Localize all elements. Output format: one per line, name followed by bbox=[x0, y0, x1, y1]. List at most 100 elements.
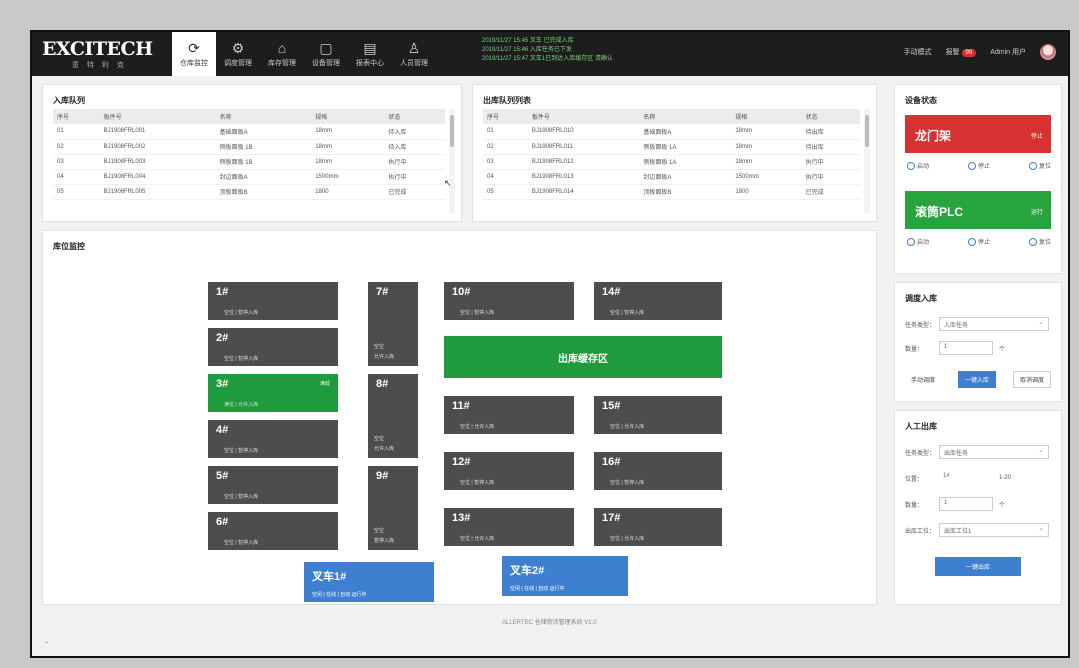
start-button[interactable]: 启动 bbox=[907, 237, 929, 247]
report-icon: ▤ bbox=[363, 40, 377, 56]
bay-9[interactable]: 9# 空位 暂停入库 bbox=[368, 466, 418, 550]
table-row[interactable]: 03 BJ1908FRL012 侧板面板 1A 18mm 执行中 bbox=[483, 154, 860, 170]
stop-button[interactable]: 停止 bbox=[967, 237, 990, 247]
position-input[interactable]: 1# bbox=[939, 471, 993, 485]
bay-14[interactable]: 14# 空位 | 暂停入库 bbox=[594, 282, 722, 320]
stop-label: 停止 bbox=[977, 164, 990, 170]
bay-5[interactable]: 5# 空位 | 暂停入库 bbox=[208, 466, 338, 504]
column-header: 名称 bbox=[215, 109, 312, 124]
one-click-inbound-button[interactable]: 一键入库 bbox=[957, 371, 996, 388]
bay-3[interactable]: 3# 满载 满位 | 允许入库 bbox=[208, 374, 338, 412]
outlet-buffer-zone[interactable]: 出库缓存区 bbox=[444, 336, 722, 378]
quantity-row: 数量： 1 个 bbox=[905, 341, 1051, 355]
bay-status: 暂停入库 bbox=[374, 538, 395, 544]
mode-indicator[interactable]: 手动模式 bbox=[904, 47, 932, 57]
table-row[interactable]: 02 BJ1908FRL002 侧板面板 1B 18mm 待入库 bbox=[53, 139, 445, 155]
table-row[interactable]: 02 BJ1908FRL011 侧板面板 1A 18mm 待出库 bbox=[483, 139, 860, 155]
bay-10[interactable]: 10# 空位 | 暂停入库 bbox=[444, 282, 574, 320]
field-label: 位置： bbox=[905, 476, 924, 483]
user-name[interactable]: Admin 用户 bbox=[990, 47, 1026, 57]
table-cell: 基础面板A bbox=[639, 124, 732, 140]
ticker-line: 2019/11/27 15:46 入库任务已下发 bbox=[482, 47, 572, 53]
table-row[interactable]: 05 BJ1908FRL014 顶板面板B 1800 已完成 bbox=[483, 184, 860, 200]
bay-status: 空位 | 暂停入库 bbox=[460, 310, 495, 316]
scrollbar-thumb[interactable] bbox=[865, 115, 869, 147]
reset-button[interactable]: 复位 bbox=[1028, 237, 1051, 247]
bay-status: 空位 | 暂停入库 bbox=[224, 540, 259, 546]
table-cell: 侧板面板 1A bbox=[639, 154, 732, 170]
table-row[interactable]: 04 BJ1908FRL013 封边面板A 1500mm 执行中 bbox=[483, 169, 860, 185]
bay-17[interactable]: 17# 空位 | 允许入库 bbox=[594, 508, 722, 546]
user-area: 手动模式 报警 99 Admin 用户 bbox=[904, 44, 1056, 60]
table-row[interactable]: 04 BJ1908FRL004 封边面板A 1500mm 执行中 bbox=[53, 169, 445, 185]
avatar[interactable] bbox=[1040, 44, 1056, 60]
station-select[interactable]: 出库工位1 bbox=[939, 523, 1049, 537]
quantity-input[interactable]: 1 bbox=[939, 341, 993, 355]
table-row[interactable]: 01 BJ1908FRL010 基础面板A 18mm 待出库 bbox=[483, 124, 860, 140]
bay-15[interactable]: 15# 空位 | 允许入库 bbox=[594, 396, 722, 434]
alerts-link[interactable]: 报警 99 bbox=[946, 47, 977, 57]
bay-13[interactable]: 13# 空位 | 允许入库 bbox=[444, 508, 574, 546]
reset-button[interactable]: 复位 bbox=[1028, 161, 1051, 171]
scrollbar-thumb[interactable] bbox=[450, 115, 454, 147]
tab-device[interactable]: ▢ 设备管理 bbox=[304, 32, 348, 76]
task-type-select[interactable]: 出库任务 bbox=[939, 445, 1049, 459]
brand-subtitle: 意 特 利 克 bbox=[72, 62, 127, 69]
inbound-queue-panel: 入库队列 序号 板件号 名称 规格 状态 01 BJ1908FRL001 基础面板A… bbox=[42, 84, 462, 222]
bay-1[interactable]: 1# 空位 | 暂停入库 bbox=[208, 282, 338, 320]
forklift-2[interactable]: 叉车2# 空闲 | 在线 | 自动 运行中 bbox=[502, 556, 628, 596]
quantity-row: 数量： 1 个 bbox=[905, 497, 1051, 511]
table-cell: 1500mm bbox=[311, 169, 385, 185]
table-row[interactable]: 01 BJ1908FRL001 基础面板A 18mm 待入库 bbox=[53, 124, 445, 140]
table-cell: BJ1908FRL013 bbox=[527, 169, 640, 185]
task-type-row: 任务类型： 出库任务 bbox=[905, 445, 1051, 459]
manual-dispatch-button[interactable]: 手动调度 bbox=[905, 372, 942, 387]
reset-label: 复位 bbox=[1038, 164, 1051, 170]
tab-users[interactable]: ♙ 人员管理 bbox=[392, 32, 436, 76]
table-cell: 执行中 bbox=[801, 169, 860, 185]
forklift-1[interactable]: 叉车1# 空闲 | 在线 | 自动 运行中 bbox=[304, 562, 434, 602]
table-cell: 封边面板A bbox=[639, 169, 732, 185]
bay-7[interactable]: 7# 空位 允许入库 bbox=[368, 282, 418, 366]
bay-8[interactable]: 8# 空位 允许入库 bbox=[368, 374, 418, 458]
table-cell: BJ1908FRL011 bbox=[527, 139, 640, 155]
outbound-table: 序号 板件号 名称 规格 状态 01 BJ1908FRL010 基础面板A 18mm 待… bbox=[483, 109, 860, 200]
scrollbar[interactable] bbox=[449, 109, 455, 213]
quantity-input[interactable]: 1 bbox=[939, 497, 993, 511]
bay-4[interactable]: 4# 空位 | 暂停入库 bbox=[208, 420, 338, 458]
bay-6[interactable]: 6# 空位 | 暂停入库 bbox=[208, 512, 338, 550]
manual-outbound-panel: 人工出库 任务类型： 出库任务 位置： 1# 1-20 数量： 1 个 出库工位… bbox=[894, 410, 1062, 605]
stop-button[interactable]: 停止 bbox=[967, 161, 990, 171]
reset-icon bbox=[1028, 162, 1037, 171]
footer-text: ALLERTEC 仓储物流管理系统 V1.0 bbox=[502, 620, 597, 626]
table-row[interactable]: 03 BJ1908FRL003 侧板面板 1B 18mm 执行中 bbox=[53, 154, 445, 170]
one-click-outbound-button[interactable]: 一键出库 bbox=[934, 557, 1021, 576]
scrollbar[interactable] bbox=[864, 109, 870, 213]
bay-number: 8# bbox=[376, 378, 389, 390]
tab-warehouse-monitor[interactable]: ⟳ 仓库监控 bbox=[172, 32, 216, 76]
table-cell: 基础面板A bbox=[215, 124, 312, 140]
bay-16[interactable]: 16# 空位 | 暂停入库 bbox=[594, 452, 722, 490]
bay-number: 11# bbox=[452, 400, 470, 412]
bay-11[interactable]: 11# 空位 | 允许入库 bbox=[444, 396, 574, 434]
position-row: 位置： 1# 1-20 bbox=[905, 471, 1051, 485]
table-cell: 05 bbox=[483, 184, 528, 200]
start-label: 启动 bbox=[917, 164, 930, 170]
tab-inventory[interactable]: ⌂ 库存管理 bbox=[260, 32, 304, 76]
table-row[interactable]: 05 BJ1908FRL005 顶板面板B 1800 已完成 bbox=[53, 184, 445, 200]
roller-plc-status-card: 滚筒PLC 运行 bbox=[905, 191, 1051, 229]
alerts-label: 报警 bbox=[945, 49, 960, 56]
bay-12[interactable]: 12# 空位 | 暂停入库 bbox=[444, 452, 574, 490]
bay-number: 17# bbox=[602, 512, 621, 524]
table-cell: 侧板面板 1B bbox=[215, 154, 312, 170]
task-type-select[interactable]: 入库任务 bbox=[939, 317, 1049, 331]
tab-dispatch[interactable]: ⚙ 调度管理 bbox=[216, 32, 260, 76]
table-cell: 顶板面板B bbox=[215, 184, 312, 200]
tab-report[interactable]: ▤ 报表中心 bbox=[348, 32, 392, 76]
bay-number: 5# bbox=[216, 470, 229, 482]
table-cell: BJ1908FRL005 bbox=[99, 184, 216, 200]
start-button[interactable]: 启动 bbox=[907, 161, 930, 171]
cancel-dispatch-button[interactable]: 取消调度 bbox=[1012, 371, 1051, 388]
bay-2[interactable]: 2# 空位 | 暂停入库 bbox=[208, 328, 338, 366]
bay-number: 15# bbox=[602, 400, 621, 412]
